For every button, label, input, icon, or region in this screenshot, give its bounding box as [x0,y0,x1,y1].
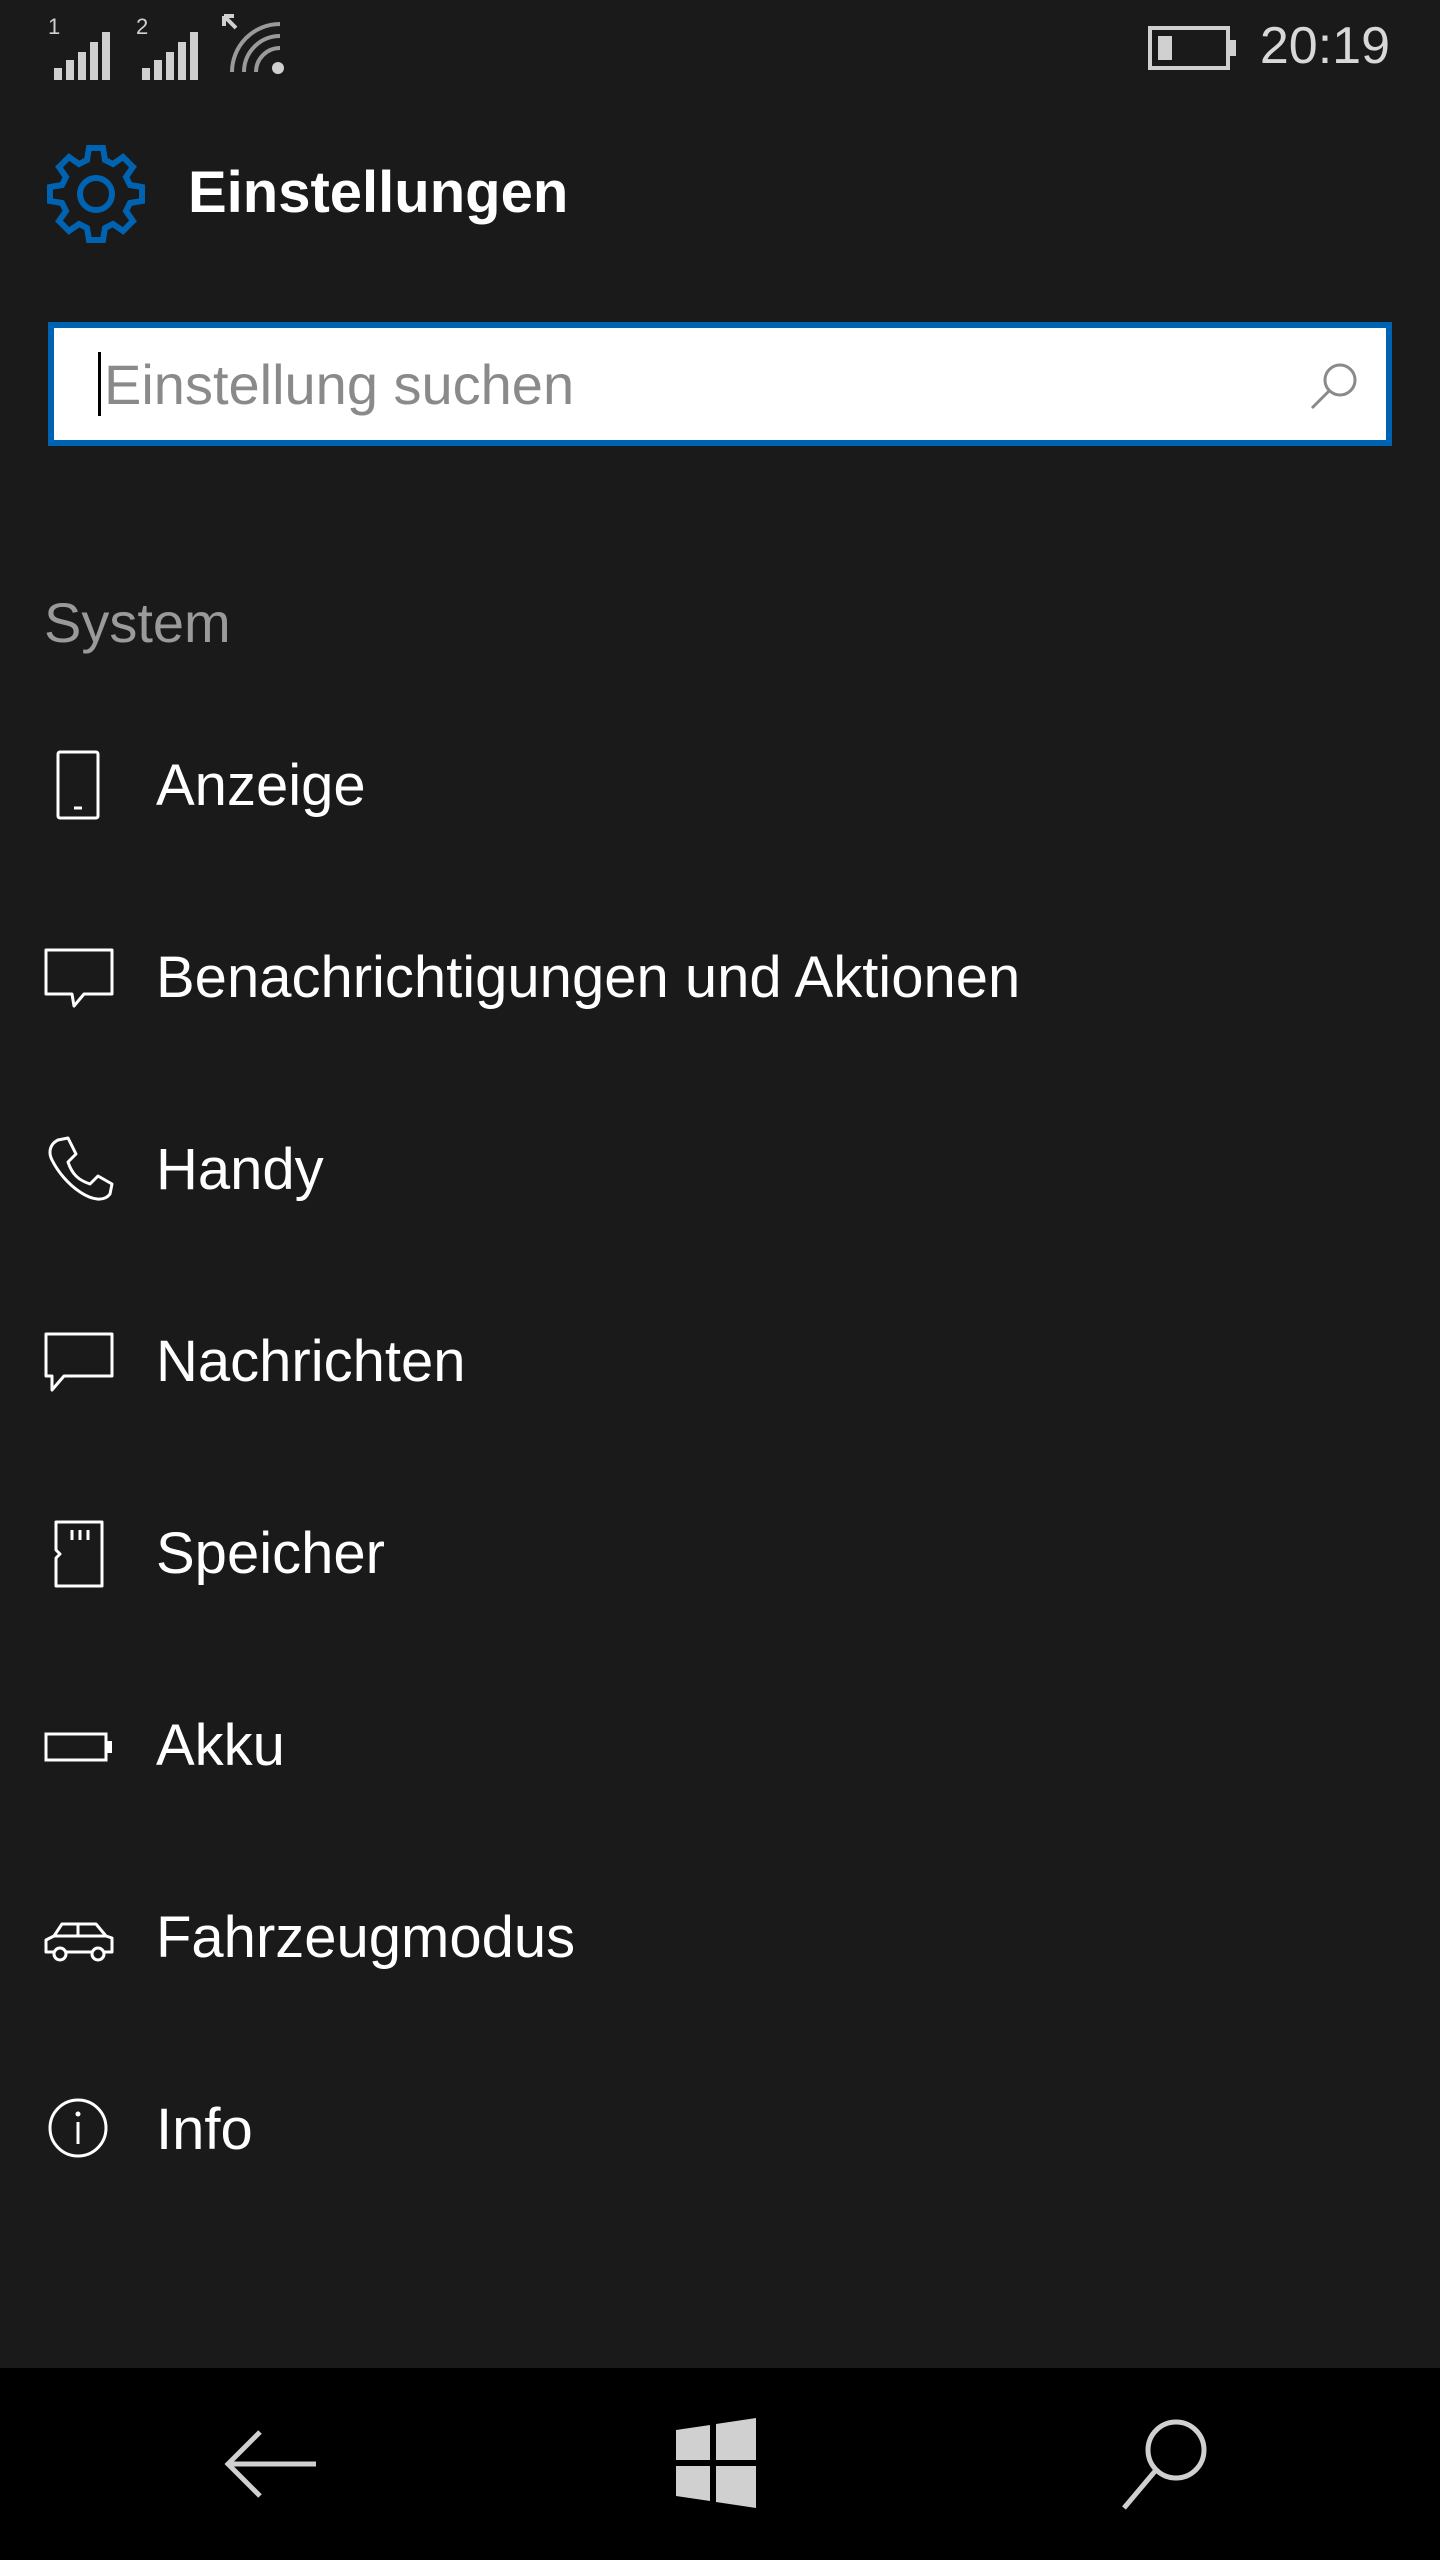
list-item-label: Akku [156,1713,285,1778]
list-item-speicher[interactable]: Speicher [0,1458,1440,1650]
list-item-label: Handy [156,1137,324,1202]
list-item-anzeige[interactable]: Anzeige [0,690,1440,882]
list-item-fahrzeugmodus[interactable]: Fahrzeugmodus [0,1842,1440,2034]
notification-icon [44,948,114,1008]
wifi-icon [222,14,284,74]
text-caret [98,352,101,416]
list-item-label: Fahrzeugmodus [156,1905,576,1970]
list-item-info[interactable]: Info [0,2034,1440,2226]
windows-icon[interactable] [660,2408,772,2520]
list-item-benachrichtigungen[interactable]: Benachrichtigungen und Aktionen [0,882,1440,1074]
back-arrow-icon[interactable] [216,2408,328,2520]
page-title: Einstellungen [188,159,569,225]
settings-search-box[interactable] [48,322,1392,446]
list-item-label: Nachrichten [156,1329,466,1394]
message-icon [44,1332,114,1392]
search-icon[interactable] [1110,2408,1222,2520]
status-bar: 1 2 20:19 [0,0,1440,96]
phone-display-icon [56,750,100,820]
info-icon [48,2098,108,2158]
phone-call-icon [48,1136,114,1201]
list-item-akku[interactable]: Akku [0,1650,1440,1842]
settings-screen: 1 2 20:19 Einstellungen Einstellung such… [0,0,1440,2560]
list-item-label: Info [156,2097,253,2162]
list-item-label: Anzeige [156,753,366,818]
battery-icon [44,1732,112,1762]
list-item-nachrichten[interactable]: Nachrichten [0,1266,1440,1458]
status-time: 20:19 [1259,17,1390,75]
page-header: Einstellungen [44,140,568,244]
navigation-bar [0,2368,1440,2560]
search-icon[interactable] [1308,360,1360,412]
sd-card-icon [54,1520,104,1588]
signal-icon [142,32,198,80]
section-header-system: System [44,591,231,654]
list-item-handy[interactable]: Handy [0,1074,1440,1266]
list-item-label: Speicher [156,1521,385,1586]
gear-icon [47,145,145,243]
signal-icon [54,32,110,80]
search-input[interactable] [104,338,1284,430]
list-item-label: Benachrichtigungen und Aktionen [156,945,1021,1010]
battery-icon [1148,26,1236,70]
car-icon [44,1922,114,1962]
